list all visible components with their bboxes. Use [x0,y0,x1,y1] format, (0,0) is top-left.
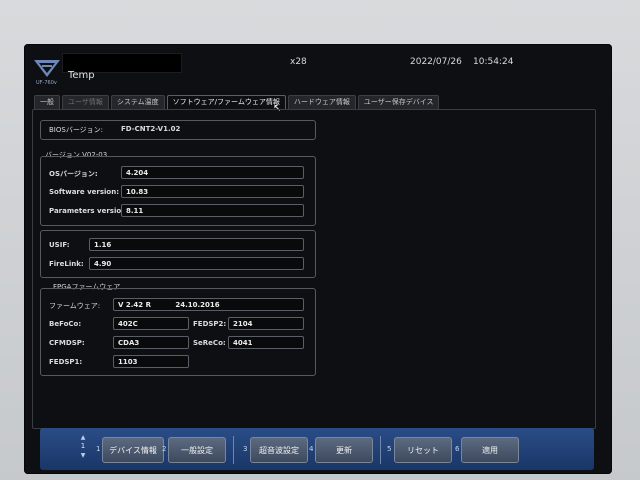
firmware-label: ファームウェア: [49,302,101,310]
software-version-label: Software version: [49,188,119,196]
separator [233,436,234,464]
os-version-field: 4.204 [121,166,304,179]
button-5-number: 5 [387,445,392,453]
apply-button[interactable]: 適用 [461,437,519,463]
logo-text: UF-760v [36,80,57,86]
firelink-field: 4.90 [89,257,304,270]
page-number: 1 [80,442,86,450]
befoco-label: BeFoCo: [49,320,82,328]
separator [380,436,381,464]
arrow-down-icon[interactable]: ▼ [78,451,88,460]
tab-bar: 一般 ユーザ情報 システム温度 ソフトウェア/ファームウェア情報 ハードウェア情… [34,95,440,109]
bios-group: BIOSバージョン: FD-CNT2-V1.02 [40,120,316,140]
tab-hardware-info[interactable]: ハードウェア情報 [287,95,356,109]
cfmdsp-label: CFMDSP: [49,339,85,347]
tab-software-firmware-info[interactable]: ソフトウェア/ファームウェア情報 [166,95,286,109]
header: UF-760v Temp x28 2022/07/26 10:54:24 [24,44,612,92]
parameters-version-field: 8.11 [121,204,304,217]
software-version-field: 10.83 [121,185,304,198]
screen: UF-760v Temp x28 2022/07/26 10:54:24 一般 … [24,44,612,474]
button-3-number: 3 [243,445,248,453]
bios-label: BIOSバージョン: [49,126,104,134]
ultrasound-settings-button[interactable]: 超音波設定 [250,437,308,463]
device-info-button[interactable]: デバイス情報 [102,437,164,463]
fedsp2-label: FEDSP2: [193,320,227,328]
arrow-up-icon[interactable]: ▲ [78,433,88,442]
usif-field: 1.16 [89,238,304,251]
fedsp1-field: 1103 [113,355,189,368]
tab-user-info[interactable]: ユーザ情報 [62,95,109,109]
parameters-version-label: Parameters version: [49,207,129,215]
bottom-button-bar: ▲ 1 ▼ 1 デバイス情報 2 一般設定 3 超音波設定 4 更新 5 リセッ… [40,428,594,470]
cfmdsp-field: CDA3 [113,336,189,349]
app-title: Temp [68,70,95,81]
version-group: OSバージョン: 4.204 Software version: 10.83 P… [40,156,316,226]
page-stepper[interactable]: ▲ 1 ▼ [78,433,88,460]
tab-user-storage-device[interactable]: ユーザー保存デバイス [357,95,440,109]
button-4-number: 4 [309,445,314,453]
general-settings-button[interactable]: 一般設定 [168,437,226,463]
button-1-number: 1 [96,445,101,453]
button-6-number: 6 [455,445,460,453]
firelink-label: FireLink: [49,260,84,268]
firmware-field: V 2.42 R 24.10.2016 [113,298,304,311]
fedsp2-field: 2104 [228,317,304,330]
usif-label: USIF: [49,241,70,249]
tab-system-temperature[interactable]: システム温度 [110,95,165,109]
sereco-label: SeReCo: [193,339,226,347]
sereco-field: 4041 [228,336,304,349]
bios-value: FD-CNT2-V1.02 [121,125,181,133]
zoom-readout: x28 [290,57,307,67]
fedsp1-label: FEDSP1: [49,358,83,366]
time: 10:54:24 [473,57,514,67]
befoco-field: 402C [113,317,189,330]
os-version-label: OSバージョン: [49,170,98,178]
button-2-number: 2 [162,445,167,453]
fpga-group: ファームウェア: V 2.42 R 24.10.2016 BeFoCo: 402… [40,288,316,376]
usif-group: USIF: 1.16 FireLink: 4.90 [40,230,316,278]
update-button[interactable]: 更新 [315,437,373,463]
date: 2022/07/26 [410,57,462,67]
tab-content-panel: BIOSバージョン: FD-CNT2-V1.02 バージョン V02-03 OS… [32,109,596,429]
tab-general[interactable]: 一般 [34,95,60,109]
reset-button[interactable]: リセット [394,437,452,463]
